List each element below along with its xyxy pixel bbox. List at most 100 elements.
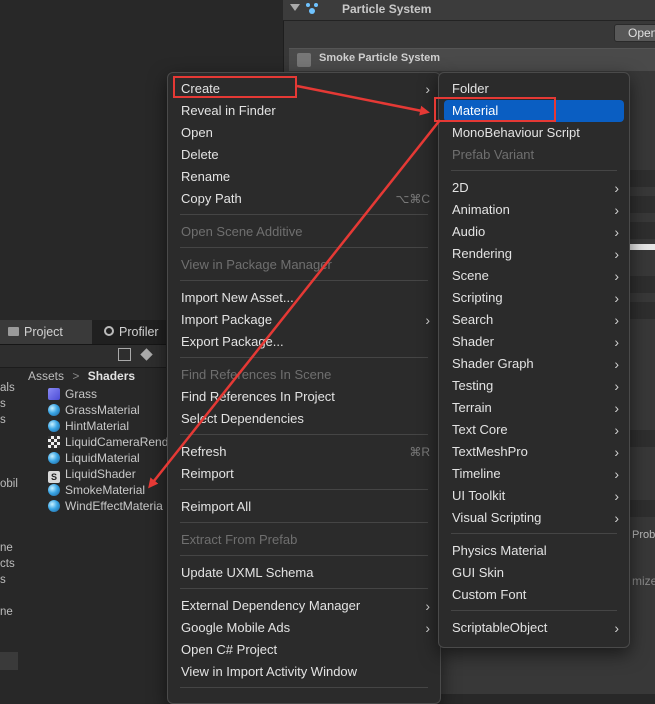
menu-item-view-in-import-activity-window[interactable]: View in Import Activity Window xyxy=(181,661,430,683)
chevron-right-icon: › xyxy=(614,466,619,482)
submenu-item-rendering[interactable]: Rendering › xyxy=(452,243,619,265)
collapse-triangle-icon[interactable] xyxy=(290,4,300,11)
inspector-header: Particle System xyxy=(283,0,655,21)
menu-item-import-package[interactable]: Import Package › xyxy=(181,309,430,331)
breadcrumb-root[interactable]: Assets xyxy=(28,369,64,383)
chevron-right-icon: › xyxy=(425,312,430,328)
profiler-icon xyxy=(104,326,114,336)
chevron-right-icon: › xyxy=(425,620,430,636)
menu-item-find-references-in-project[interactable]: Find References In Project xyxy=(181,386,430,408)
asset-item[interactable]: S LiquidShader xyxy=(48,466,136,483)
tree-item-cut[interactable]: s xyxy=(0,574,6,586)
menu-item-open-csharp-project[interactable]: Open C# Project xyxy=(181,639,430,661)
menu-item-reveal-in-finder[interactable]: Reveal in Finder xyxy=(181,100,430,122)
submenu-item-custom-font[interactable]: Custom Font xyxy=(452,584,619,606)
asset-item[interactable]: HintMaterial xyxy=(48,418,129,434)
breadcrumb-separator: > xyxy=(72,369,80,383)
menu-separator xyxy=(180,434,428,435)
chevron-right-icon: › xyxy=(614,224,619,240)
inspector-row xyxy=(629,500,655,517)
menu-item-reimport-all[interactable]: Reimport All xyxy=(181,496,430,518)
menu-item-view-in-package-manager: View in Package Manager xyxy=(181,257,332,272)
particle-system-icon xyxy=(305,2,319,16)
asset-item[interactable]: WindEffectMateria xyxy=(48,498,163,514)
tree-item-cut[interactable]: obil xyxy=(0,478,18,490)
breadcrumb: Assets > Shaders xyxy=(28,367,135,385)
asset-item[interactable]: LiquidMaterial xyxy=(48,450,140,466)
material-icon xyxy=(48,420,60,432)
breadcrumb-current[interactable]: Shaders xyxy=(88,369,135,383)
menu-item-update-uxml-schema[interactable]: Update UXML Schema xyxy=(181,562,430,584)
tree-item-cut[interactable]: ne xyxy=(0,606,13,618)
chevron-right-icon: › xyxy=(614,488,619,504)
menu-item-open[interactable]: Open xyxy=(181,122,430,144)
inspector-row xyxy=(629,222,655,239)
chevron-right-icon: › xyxy=(614,444,619,460)
asset-item[interactable]: GrassMaterial xyxy=(48,402,140,418)
menu-item-open-scene-additive: Open Scene Additive xyxy=(181,224,303,239)
tree-item-cut[interactable]: als xyxy=(0,382,15,394)
menu-separator xyxy=(180,588,428,589)
submenu-item-scripting[interactable]: Scripting › xyxy=(452,287,619,309)
panel-tab-bar: Project Profiler xyxy=(0,320,166,345)
submenu-item-scene[interactable]: Scene › xyxy=(452,265,619,287)
inspector-row xyxy=(629,430,655,447)
submenu-item-animation[interactable]: Animation › xyxy=(452,199,619,221)
annotation-box-create xyxy=(173,76,297,98)
tab-profiler[interactable]: Profiler xyxy=(98,320,166,344)
menu-item-delete[interactable]: Delete xyxy=(181,144,430,166)
tab-project[interactable]: Project xyxy=(0,320,92,344)
component-icon xyxy=(297,53,311,67)
submenu-item-text-core[interactable]: Text Core › xyxy=(452,419,619,441)
material-icon xyxy=(48,484,60,496)
menu-separator xyxy=(180,489,428,490)
submenu-item-terrain[interactable]: Terrain › xyxy=(452,397,619,419)
submenu-item-scriptable-object[interactable]: ScriptableObject › xyxy=(452,617,619,639)
submenu-item-ui-toolkit[interactable]: UI Toolkit › xyxy=(452,485,619,507)
inspector-row xyxy=(629,170,655,187)
tree-item-cut[interactable]: s xyxy=(0,398,6,410)
menu-item-copy-path[interactable]: Copy Path ⌥⌘C xyxy=(181,188,430,210)
submenu-item-2d[interactable]: 2D › xyxy=(452,177,619,199)
asset-item[interactable]: Grass xyxy=(48,386,97,402)
submenu-item-textmeshpro[interactable]: TextMeshPro › xyxy=(452,441,619,463)
chevron-right-icon: › xyxy=(614,422,619,438)
menu-item-google-mobile-ads[interactable]: Google Mobile Ads › xyxy=(181,617,430,639)
chevron-right-icon: › xyxy=(425,81,430,97)
open-button[interactable]: Open xyxy=(614,24,655,42)
submenu-item-testing[interactable]: Testing › xyxy=(452,375,619,397)
submenu-item-timeline[interactable]: Timeline › xyxy=(452,463,619,485)
asset-item[interactable]: SmokeMaterial xyxy=(48,482,145,498)
chevron-right-icon: › xyxy=(614,378,619,394)
search-by-type-icon[interactable] xyxy=(118,348,131,361)
submenu-item-shader-graph[interactable]: Shader Graph › xyxy=(452,353,619,375)
submenu-item-visual-scripting[interactable]: Visual Scripting › xyxy=(452,507,619,529)
chevron-right-icon: › xyxy=(614,620,619,636)
tree-item-cut[interactable]: s xyxy=(0,414,6,426)
tree-item-cut[interactable]: cts xyxy=(0,558,15,570)
submenu-item-search[interactable]: Search › xyxy=(452,309,619,331)
submenu-item-audio[interactable]: Audio › xyxy=(452,221,619,243)
label-filter-icon[interactable] xyxy=(140,348,153,361)
asset-item[interactable]: LiquidCameraRend xyxy=(48,434,168,450)
chevron-right-icon: › xyxy=(614,510,619,526)
submenu-item-gui-skin[interactable]: GUI Skin xyxy=(452,562,619,584)
menu-item-import-new-asset[interactable]: Import New Asset... xyxy=(181,287,430,309)
menu-item-rename[interactable]: Rename xyxy=(181,166,430,188)
menu-item-export-package[interactable]: Export Package... xyxy=(181,331,430,353)
submenu-item-shader[interactable]: Shader › xyxy=(452,331,619,353)
menu-separator xyxy=(180,555,428,556)
chevron-right-icon: › xyxy=(614,356,619,372)
inspector-cut-label: mize xyxy=(632,574,655,588)
menu-item-external-dependency-manager[interactable]: External Dependency Manager › xyxy=(181,595,430,617)
menu-item-select-dependencies[interactable]: Select Dependencies xyxy=(181,408,430,430)
component-header[interactable]: Smoke Particle System xyxy=(289,48,655,71)
submenu-item-monobehaviour-script[interactable]: MonoBehaviour Script xyxy=(452,122,619,144)
submenu-item-physics-material[interactable]: Physics Material xyxy=(452,540,619,562)
menu-item-reimport[interactable]: Reimport xyxy=(181,463,430,485)
tree-item-cut[interactable]: ne xyxy=(0,542,13,554)
tab-label: Profiler xyxy=(119,325,159,339)
inspector-row xyxy=(629,302,655,319)
menu-item-refresh[interactable]: Refresh ⌘R xyxy=(181,441,430,463)
chevron-right-icon: › xyxy=(614,334,619,350)
